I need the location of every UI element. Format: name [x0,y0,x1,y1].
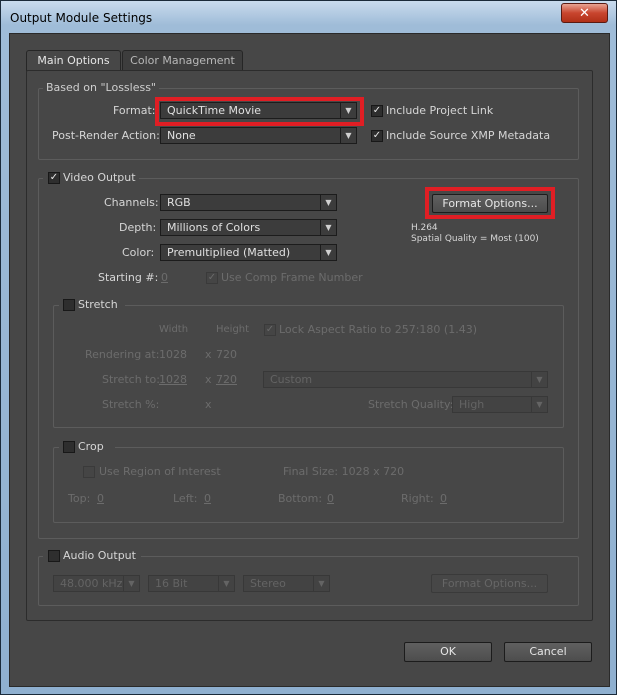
format-label: Format: [113,104,156,117]
include-xmp-checkbox[interactable]: ✓ [371,130,383,142]
chevron-down-icon: ▼ [340,128,356,143]
use-comp-frame-label: Use Comp Frame Number [221,271,363,284]
use-roi-checkbox[interactable] [83,466,95,478]
audio-channels-value: Stereo [250,577,286,590]
chevron-down-icon: ▼ [531,372,547,387]
stretch-quality-value: High [459,398,485,411]
video-output-checkbox[interactable]: ✓ [48,172,60,184]
starting-number-label: Starting #: [98,271,159,284]
close-button[interactable]: ✕ [561,3,608,23]
audio-bits-value: 16 Bit [155,577,188,590]
channels-label: Channels: [104,196,159,209]
chevron-down-icon: ▼ [531,397,547,412]
use-roi-label: Use Region of Interest [99,465,221,478]
crop-bottom-value[interactable]: 0 [327,492,334,505]
format-options-highlight-box [425,187,555,219]
crop-right-value[interactable]: 0 [440,492,447,505]
use-comp-frame-checkbox[interactable]: ✓ [206,272,218,284]
stretch-to-x: x [205,373,212,386]
cancel-button[interactable]: Cancel [504,642,592,662]
stretch-quality-dropdown[interactable]: High ▼ [452,396,548,413]
stretch-quality-label: Stretch Quality: [368,398,454,411]
chevron-down-icon: ▼ [320,195,336,210]
chevron-down-icon: ▼ [313,576,329,591]
stretch-checkbox[interactable] [63,299,75,311]
stretch-label: Stretch [78,298,118,311]
rendering-width: 1028 [159,348,187,361]
spatial-quality-info: Spatial Quality = Most (100) [411,234,539,244]
lock-aspect-label: Lock Aspect Ratio to 257:180 (1.43) [279,323,477,336]
channels-dropdown[interactable]: RGB ▼ [160,194,337,211]
tab-main-options[interactable]: Main Options [26,50,121,71]
close-icon: ✕ [579,6,590,21]
color-dropdown[interactable]: Premultiplied (Matted) ▼ [160,244,337,261]
rendering-height: 720 [216,348,237,361]
crop-group [53,447,564,523]
title-bar[interactable]: Output Module Settings ✕ [1,1,616,33]
crop-top-value[interactable]: 0 [97,492,104,505]
chevron-down-icon: ▼ [320,245,336,260]
audio-channels-dropdown[interactable]: Stereo ▼ [243,575,330,592]
crop-bottom-label: Bottom: [278,492,323,505]
final-size-label: Final Size: 1028 x 720 [283,465,405,478]
color-label: Color: [122,246,155,259]
audio-rate-dropdown[interactable]: 48.000 kHz ▼ [53,575,140,592]
tab-color-management[interactable]: Color Management [122,50,243,71]
stretch-preset-dropdown[interactable]: Custom ▼ [263,371,548,388]
height-header: Height [216,324,250,335]
audio-output-label: Audio Output [63,549,136,562]
dialog-window: Output Module Settings ✕ Main Options Co… [0,0,617,695]
post-render-value: None [167,129,196,142]
rendering-at-label: Rendering at: [85,348,160,361]
ok-button[interactable]: OK [404,642,492,662]
stretch-percent-label: Stretch %: [102,398,160,411]
stretch-to-height[interactable]: 720 [216,373,237,386]
chevron-down-icon: ▼ [123,576,139,591]
audio-format-options-button[interactable]: Format Options... [431,574,548,593]
chevron-down-icon: ▼ [218,576,234,591]
based-on-label: Based on "Lossless" [43,81,159,94]
codec-info: H.264 [411,223,438,233]
window-title: Output Module Settings [10,11,153,25]
crop-left-value[interactable]: 0 [204,492,211,505]
depth-value: Millions of Colors [167,221,261,234]
include-xmp-label: Include Source XMP Metadata [386,129,551,142]
audio-rate-value: 48.000 kHz [60,577,123,590]
channels-value: RGB [167,196,191,209]
include-project-link-checkbox[interactable]: ✓ [371,105,383,117]
lock-aspect-checkbox[interactable]: ✓ [264,324,276,336]
color-value: Premultiplied (Matted) [167,246,291,259]
crop-label: Crop [78,440,104,453]
video-output-label: Video Output [63,171,136,184]
stretch-to-width[interactable]: 1028 [159,373,187,386]
format-highlight-box [155,97,364,126]
stretch-to-label: Stretch to: [102,373,160,386]
audio-bits-dropdown[interactable]: 16 Bit ▼ [148,575,235,592]
audio-output-checkbox[interactable] [48,550,60,562]
rendering-x: x [205,348,212,361]
crop-checkbox[interactable] [63,441,75,453]
depth-dropdown[interactable]: Millions of Colors ▼ [160,219,337,236]
crop-right-label: Right: [401,492,434,505]
stretch-percent-x: x [205,398,212,411]
starting-number-value[interactable]: 0 [161,271,168,284]
crop-top-label: Top: [68,492,91,505]
chevron-down-icon: ▼ [320,220,336,235]
post-render-label: Post-Render Action: [52,129,160,142]
depth-label: Depth: [119,221,157,234]
crop-left-label: Left: [173,492,198,505]
stretch-preset-value: Custom [270,373,313,386]
post-render-dropdown[interactable]: None ▼ [160,127,357,144]
width-header: Width [159,324,189,335]
include-project-link-label: Include Project Link [386,104,494,117]
